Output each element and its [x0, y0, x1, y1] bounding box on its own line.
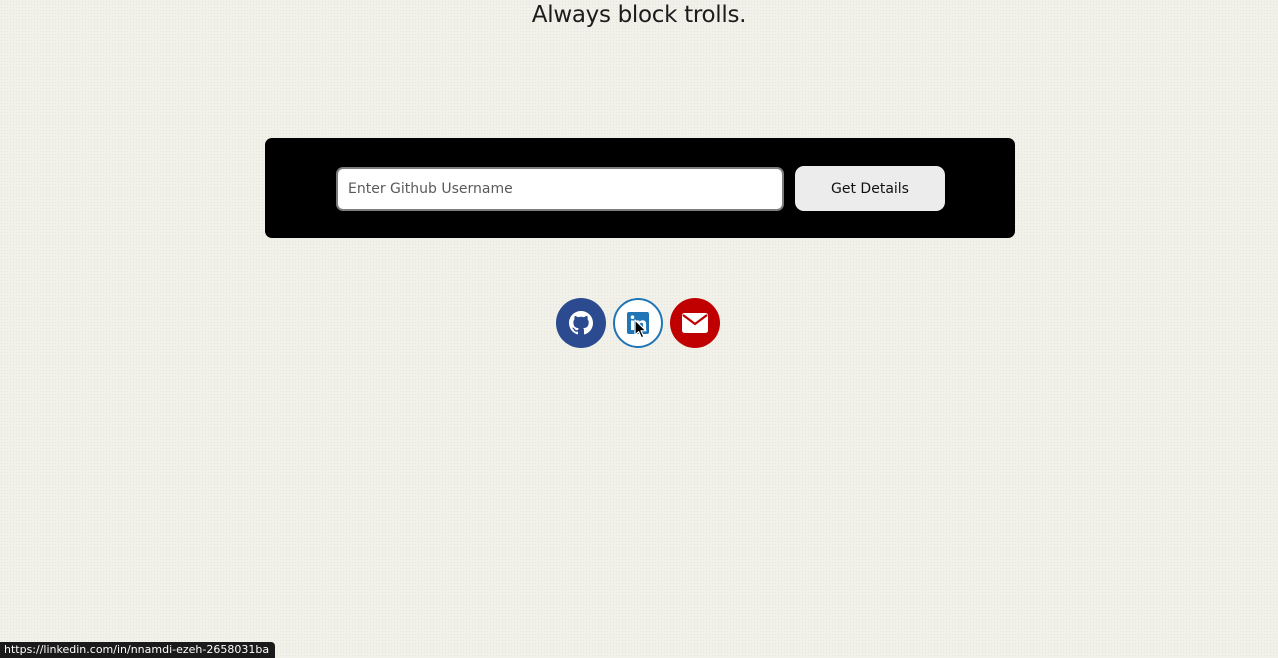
linkedin-link-button[interactable] — [613, 298, 663, 348]
get-details-button[interactable]: Get Details — [795, 166, 945, 211]
linkedin-icon — [627, 312, 649, 334]
github-link-button[interactable] — [556, 298, 606, 348]
envelope-icon — [682, 313, 708, 333]
github-icon — [569, 311, 593, 335]
status-bar-url: https://linkedin.com/in/nnamdi-ezeh-2658… — [0, 642, 276, 658]
email-link-button[interactable] — [670, 298, 720, 348]
social-links — [556, 298, 726, 348]
search-panel: Get Details — [265, 138, 1015, 238]
page-tagline: Always block trolls. — [531, 2, 747, 28]
github-username-input[interactable] — [336, 167, 784, 211]
